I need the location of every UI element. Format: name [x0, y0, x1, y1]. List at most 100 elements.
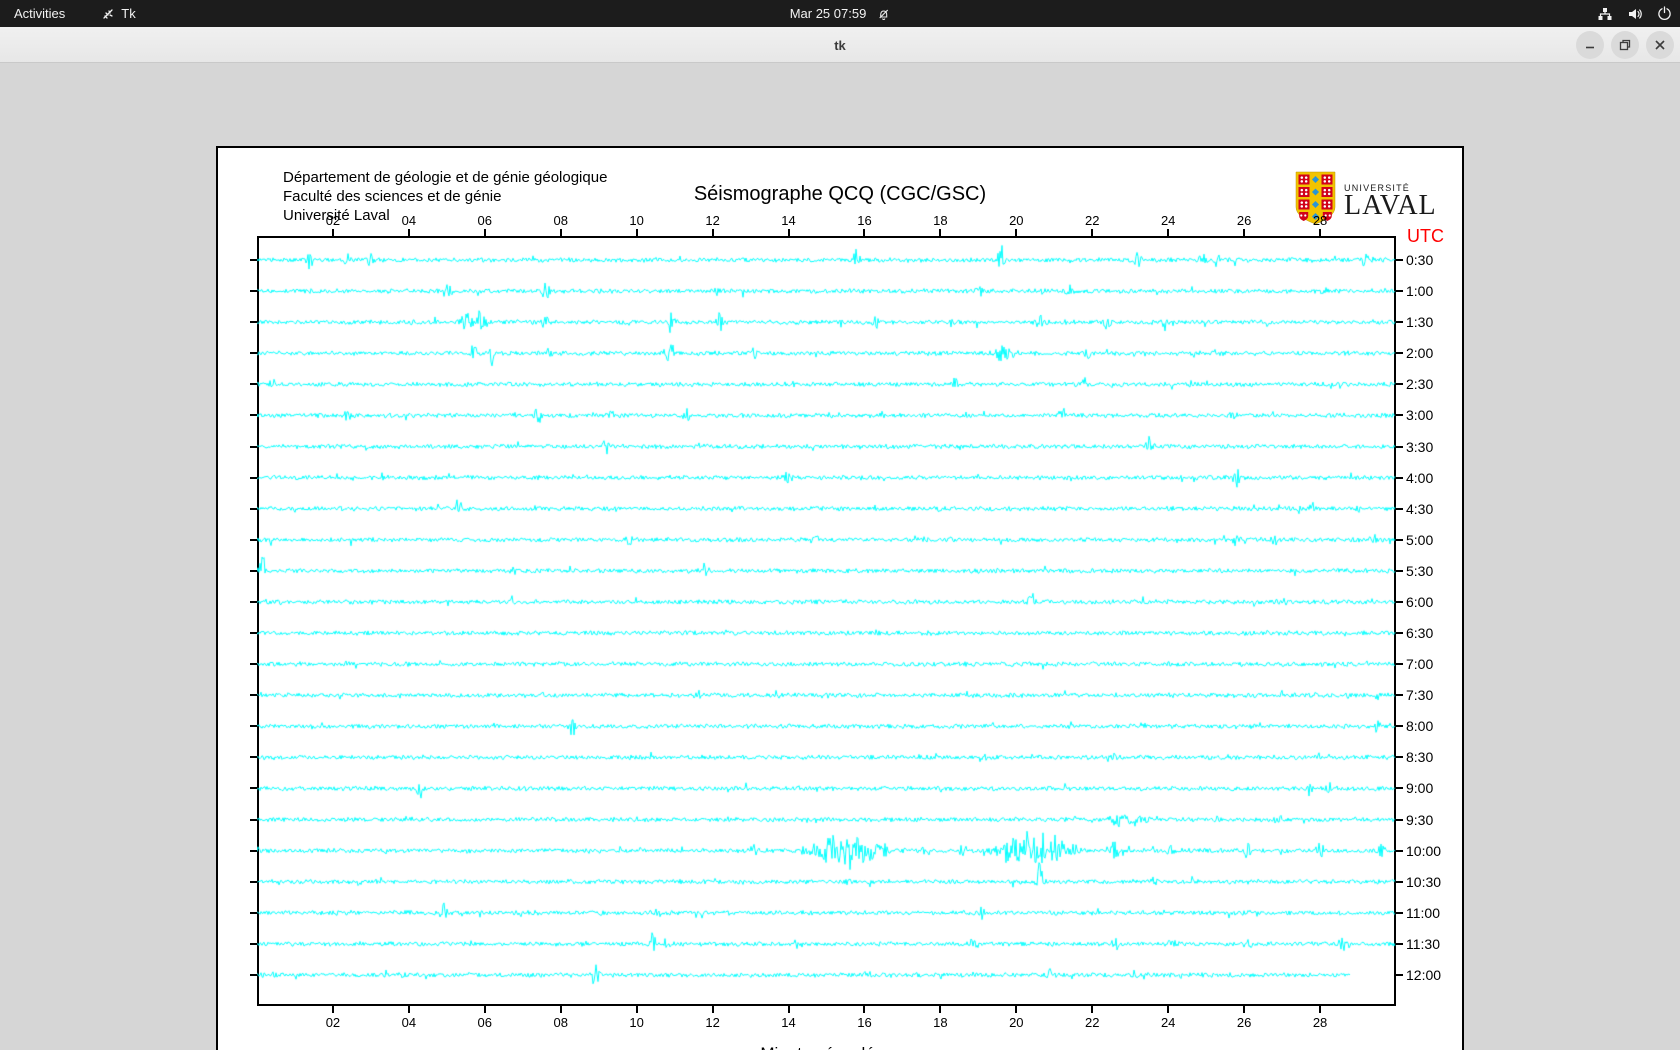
y-tick-right: [1396, 912, 1403, 914]
y-tick-left: [250, 663, 257, 665]
top-bar-left: Activities Tk: [0, 0, 136, 27]
top-bar-clock[interactable]: Mar 25 07:59: [790, 0, 891, 27]
x-tick-top: [1243, 229, 1245, 236]
y-tick-right: [1396, 694, 1403, 696]
y-time-label: 10:30: [1406, 874, 1441, 890]
x-tick-label-bottom: 02: [318, 1015, 348, 1030]
y-tick-left: [250, 787, 257, 789]
x-tick-label-top: 06: [470, 213, 500, 228]
y-time-label: 3:00: [1406, 407, 1433, 423]
clock-label: Mar 25 07:59: [790, 6, 867, 21]
y-tick-right: [1396, 446, 1403, 448]
y-time-label: 2:00: [1406, 345, 1433, 361]
y-time-label: 9:00: [1406, 780, 1433, 796]
y-tick-left: [250, 850, 257, 852]
x-tick-label-top: 02: [318, 213, 348, 228]
y-time-label: 9:30: [1406, 812, 1433, 828]
laval-wordmark: UNIVERSITÉ LAVAL: [1344, 183, 1437, 219]
y-tick-left: [250, 383, 257, 385]
x-tick-bottom: [788, 1006, 790, 1013]
y-tick-right: [1396, 632, 1403, 634]
y-tick-left: [250, 477, 257, 479]
x-tick-bottom: [1319, 1006, 1321, 1013]
y-tick-right: [1396, 819, 1403, 821]
y-tick-right: [1396, 508, 1403, 510]
x-tick-top: [560, 229, 562, 236]
y-time-label: 1:00: [1406, 283, 1433, 299]
y-tick-left: [250, 290, 257, 292]
x-tick-bottom: [939, 1006, 941, 1013]
x-tick-top: [636, 229, 638, 236]
y-time-label: 11:30: [1406, 936, 1440, 952]
window-controls: [1576, 31, 1674, 59]
x-tick-top: [939, 229, 941, 236]
x-tick-label-top: 22: [1077, 213, 1107, 228]
x-tick-top: [1091, 229, 1093, 236]
x-tick-label-top: 24: [1153, 213, 1183, 228]
y-tick-left: [250, 912, 257, 914]
y-time-label: 7:00: [1406, 656, 1433, 672]
x-tick-top: [1319, 229, 1321, 236]
x-tick-top: [408, 229, 410, 236]
x-tick-label-bottom: 16: [849, 1015, 879, 1030]
y-tick-right: [1396, 725, 1403, 727]
y-tick-right: [1396, 539, 1403, 541]
y-time-label: 5:00: [1406, 532, 1433, 548]
x-tick-label-bottom: 24: [1153, 1015, 1183, 1030]
y-tick-right: [1396, 974, 1403, 976]
minimize-button[interactable]: [1576, 31, 1604, 59]
y-tick-right: [1396, 414, 1403, 416]
y-tick-right: [1396, 850, 1403, 852]
x-tick-top: [484, 229, 486, 236]
y-tick-right: [1396, 477, 1403, 479]
y-time-label: 6:30: [1406, 625, 1433, 641]
utc-axis-title: UTC: [1407, 226, 1444, 247]
notifications-muted-icon: [876, 7, 890, 21]
y-time-label: 8:00: [1406, 718, 1433, 734]
x-tick-top: [712, 229, 714, 236]
y-tick-left: [250, 352, 257, 354]
seismograph-canvas-window: Département de géologie et de génie géol…: [216, 146, 1464, 1050]
x-tick-label-bottom: 12: [698, 1015, 728, 1030]
y-time-label: 7:30: [1406, 687, 1433, 703]
y-time-label: 1:30: [1406, 314, 1433, 330]
network-icon: [1597, 6, 1613, 22]
x-axis-title: Minutes écoulées: [216, 1044, 1437, 1050]
y-time-label: 6:00: [1406, 594, 1433, 610]
y-time-label: 2:30: [1406, 376, 1433, 392]
y-tick-right: [1396, 290, 1403, 292]
activities-button[interactable]: Activities: [0, 0, 79, 27]
y-tick-right: [1396, 570, 1403, 572]
window-titlebar[interactable]: tk: [0, 27, 1680, 63]
x-tick-label-top: 12: [698, 213, 728, 228]
x-tick-bottom: [636, 1006, 638, 1013]
system-tray[interactable]: [1597, 0, 1672, 27]
y-time-label: 0:30: [1406, 252, 1433, 268]
x-tick-label-top: 16: [849, 213, 879, 228]
y-tick-left: [250, 632, 257, 634]
x-tick-top: [332, 229, 334, 236]
x-tick-label-bottom: 18: [925, 1015, 955, 1030]
x-tick-label-top: 14: [774, 213, 804, 228]
y-tick-left: [250, 694, 257, 696]
x-tick-bottom: [1167, 1006, 1169, 1013]
close-button[interactable]: [1646, 31, 1674, 59]
y-time-label: 10:00: [1406, 843, 1441, 859]
x-tick-label-top: 10: [622, 213, 652, 228]
tk-app-icon: [101, 7, 115, 21]
x-tick-label-bottom: 22: [1077, 1015, 1107, 1030]
y-tick-right: [1396, 383, 1403, 385]
y-tick-left: [250, 446, 257, 448]
y-tick-left: [250, 539, 257, 541]
x-tick-bottom: [484, 1006, 486, 1013]
focused-app-indicator[interactable]: Tk: [101, 6, 135, 21]
y-time-label: 3:30: [1406, 439, 1433, 455]
y-tick-right: [1396, 756, 1403, 758]
x-tick-label-top: 08: [546, 213, 576, 228]
maximize-button[interactable]: [1611, 31, 1639, 59]
x-tick-label-top: 28: [1305, 213, 1335, 228]
x-tick-top: [788, 229, 790, 236]
y-time-label: 11:00: [1406, 905, 1440, 921]
x-tick-bottom: [863, 1006, 865, 1013]
x-tick-label-top: 20: [1001, 213, 1031, 228]
